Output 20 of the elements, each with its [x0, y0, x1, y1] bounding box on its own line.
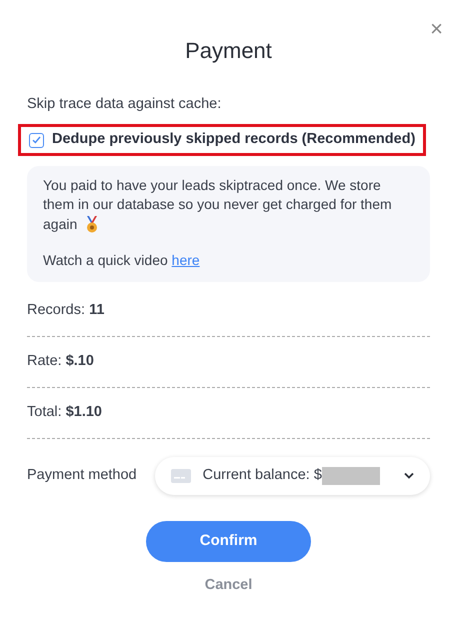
- chevron-down-icon: [404, 472, 414, 480]
- video-link[interactable]: here: [172, 252, 200, 268]
- check-icon: [32, 136, 41, 144]
- info-text: again: [43, 215, 78, 234]
- checkbox-label: Dedupe previously skipped records (Recommended): [52, 130, 416, 150]
- section-label: Skip trace data against cache:: [27, 95, 222, 114]
- dialog-title: Payment: [184, 37, 273, 64]
- video-sentence: Watch a quick video here: [43, 250, 201, 270]
- summary-text: Records: 11: [27, 302, 104, 318]
- payment-method-select[interactable]: Current balance: $: [154, 456, 430, 495]
- summary-text: Rate: $.10: [27, 353, 94, 370]
- medal-icon: [85, 216, 100, 234]
- checkbox[interactable]: [29, 132, 44, 148]
- cancel-button[interactable]: Cancel: [198, 574, 258, 598]
- summary-text: Total: $1.10: [27, 404, 102, 420]
- payment-label: Payment method: [27, 466, 137, 485]
- close-button[interactable]: ×: [428, 18, 445, 40]
- confirm-button[interactable]: Confirm: [146, 520, 311, 562]
- balance-text: Current balance: $: [202, 466, 322, 485]
- card-icon: [170, 468, 191, 483]
